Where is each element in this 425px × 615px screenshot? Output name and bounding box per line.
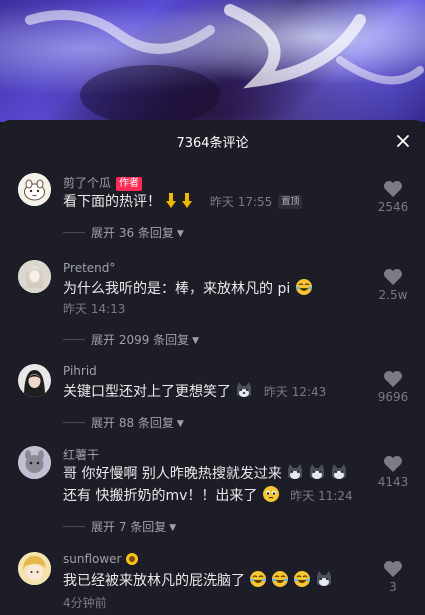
heart-icon <box>384 561 402 577</box>
username[interactable]: 红薯干 <box>63 446 99 463</box>
divider <box>63 232 85 233</box>
heart-icon <box>384 456 402 472</box>
like-count: 2.5w <box>378 288 408 302</box>
comment-time: 昨天 14:13 <box>63 302 126 316</box>
divider <box>63 339 85 340</box>
sunflower-emoji-icon <box>125 552 139 569</box>
like-button[interactable]: 4143 <box>371 455 415 489</box>
comments-header: 7364条评论 <box>0 120 425 162</box>
avatar[interactable] <box>18 260 51 293</box>
chevron-down-icon: ▼ <box>192 336 200 346</box>
comment-time: 昨天 12:43 <box>263 385 327 399</box>
comment-item: Pihrid 关键口型还对上了更想笑了 昨天 12:43 展开 88 条回复 ▼ … <box>0 364 425 444</box>
username[interactable]: Pihrid <box>63 364 97 378</box>
divider <box>63 422 85 423</box>
like-count: 9696 <box>377 390 409 404</box>
husky-emoji-icon <box>235 381 253 405</box>
like-button[interactable]: 3 <box>371 560 415 594</box>
laughing-crying-emoji-icon <box>295 278 313 302</box>
comment-text: 看下面的热评！ 昨天 17:55 置顶 <box>63 192 303 215</box>
username[interactable]: Pretend° <box>63 261 115 275</box>
like-count: 2546 <box>377 200 409 214</box>
expand-replies-button[interactable]: 展开 36 条回复 ▼ <box>63 224 184 241</box>
comment-text: 为什么我听的是：棒，来放林凡的 pi <box>63 278 313 302</box>
pinned-tag: 置顶 <box>278 195 303 209</box>
comment-text-line2: 还有 快搬折奶的mv！！出来了 昨天 11:24 <box>63 485 353 509</box>
comments-count-title: 7364条评论 <box>176 136 249 151</box>
close-icon[interactable] <box>395 133 411 149</box>
username[interactable]: 剪了个瓜 作者 <box>63 174 143 191</box>
avatar[interactable] <box>18 446 51 479</box>
avatar[interactable] <box>18 552 51 585</box>
heart-icon <box>384 181 402 197</box>
avatar[interactable] <box>18 173 51 206</box>
like-count: 3 <box>389 580 397 594</box>
comment-item: sunflower 我已经被来放林凡的屁洗脑了 4分钟前 3 <box>0 550 425 615</box>
comments-panel: 7364条评论 剪了个瓜 作者 看下面的热评！ 昨天 17:55 置顶 展开 3… <box>0 120 425 615</box>
comment-time: 4分钟前 <box>63 596 107 610</box>
expand-replies-button[interactable]: 展开 2099 条回复 ▼ <box>63 331 199 348</box>
comment-item: Pretend° 为什么我听的是：棒，来放林凡的 pi 昨天 14:13 展开 … <box>0 258 425 358</box>
heart-icon <box>384 371 402 387</box>
like-button[interactable]: 2546 <box>371 180 415 214</box>
comment-item: 红薯干 哥 你好慢啊 别人昨晚热搜就发过来 还有 快搬折奶的mv！！出来了 昨天… <box>0 446 425 546</box>
video-background <box>0 0 425 122</box>
avatar[interactable] <box>18 364 51 397</box>
divider <box>63 526 85 527</box>
laughing-crying-emoji-icon <box>249 570 333 594</box>
like-count: 4143 <box>377 475 409 489</box>
heart-icon <box>384 269 402 285</box>
comment-text: 我已经被来放林凡的屁洗脑了 <box>63 570 333 594</box>
username[interactable]: sunflower <box>63 552 139 569</box>
expand-replies-button[interactable]: 展开 7 条回复 ▼ <box>63 518 176 535</box>
expand-replies-button[interactable]: 展开 88 条回复 ▼ <box>63 414 184 431</box>
chevron-down-icon: ▼ <box>169 523 177 533</box>
comment-time: 昨天 17:55 <box>209 195 273 209</box>
like-button[interactable]: 9696 <box>371 370 415 404</box>
chevron-down-icon: ▼ <box>176 229 184 239</box>
husky-emoji-icon <box>286 463 348 487</box>
comment-time: 昨天 11:24 <box>290 489 353 503</box>
author-badge: 作者 <box>116 177 143 191</box>
pleading-emoji-icon <box>262 485 280 509</box>
chevron-down-icon: ▼ <box>176 419 184 429</box>
comment-text: 哥 你好慢啊 别人昨晚热搜就发过来 <box>63 463 348 487</box>
like-button[interactable]: 2.5w <box>371 268 415 302</box>
pointing-down-emoji-icon <box>165 192 199 215</box>
comment-text: 关键口型还对上了更想笑了 昨天 12:43 <box>63 381 326 405</box>
